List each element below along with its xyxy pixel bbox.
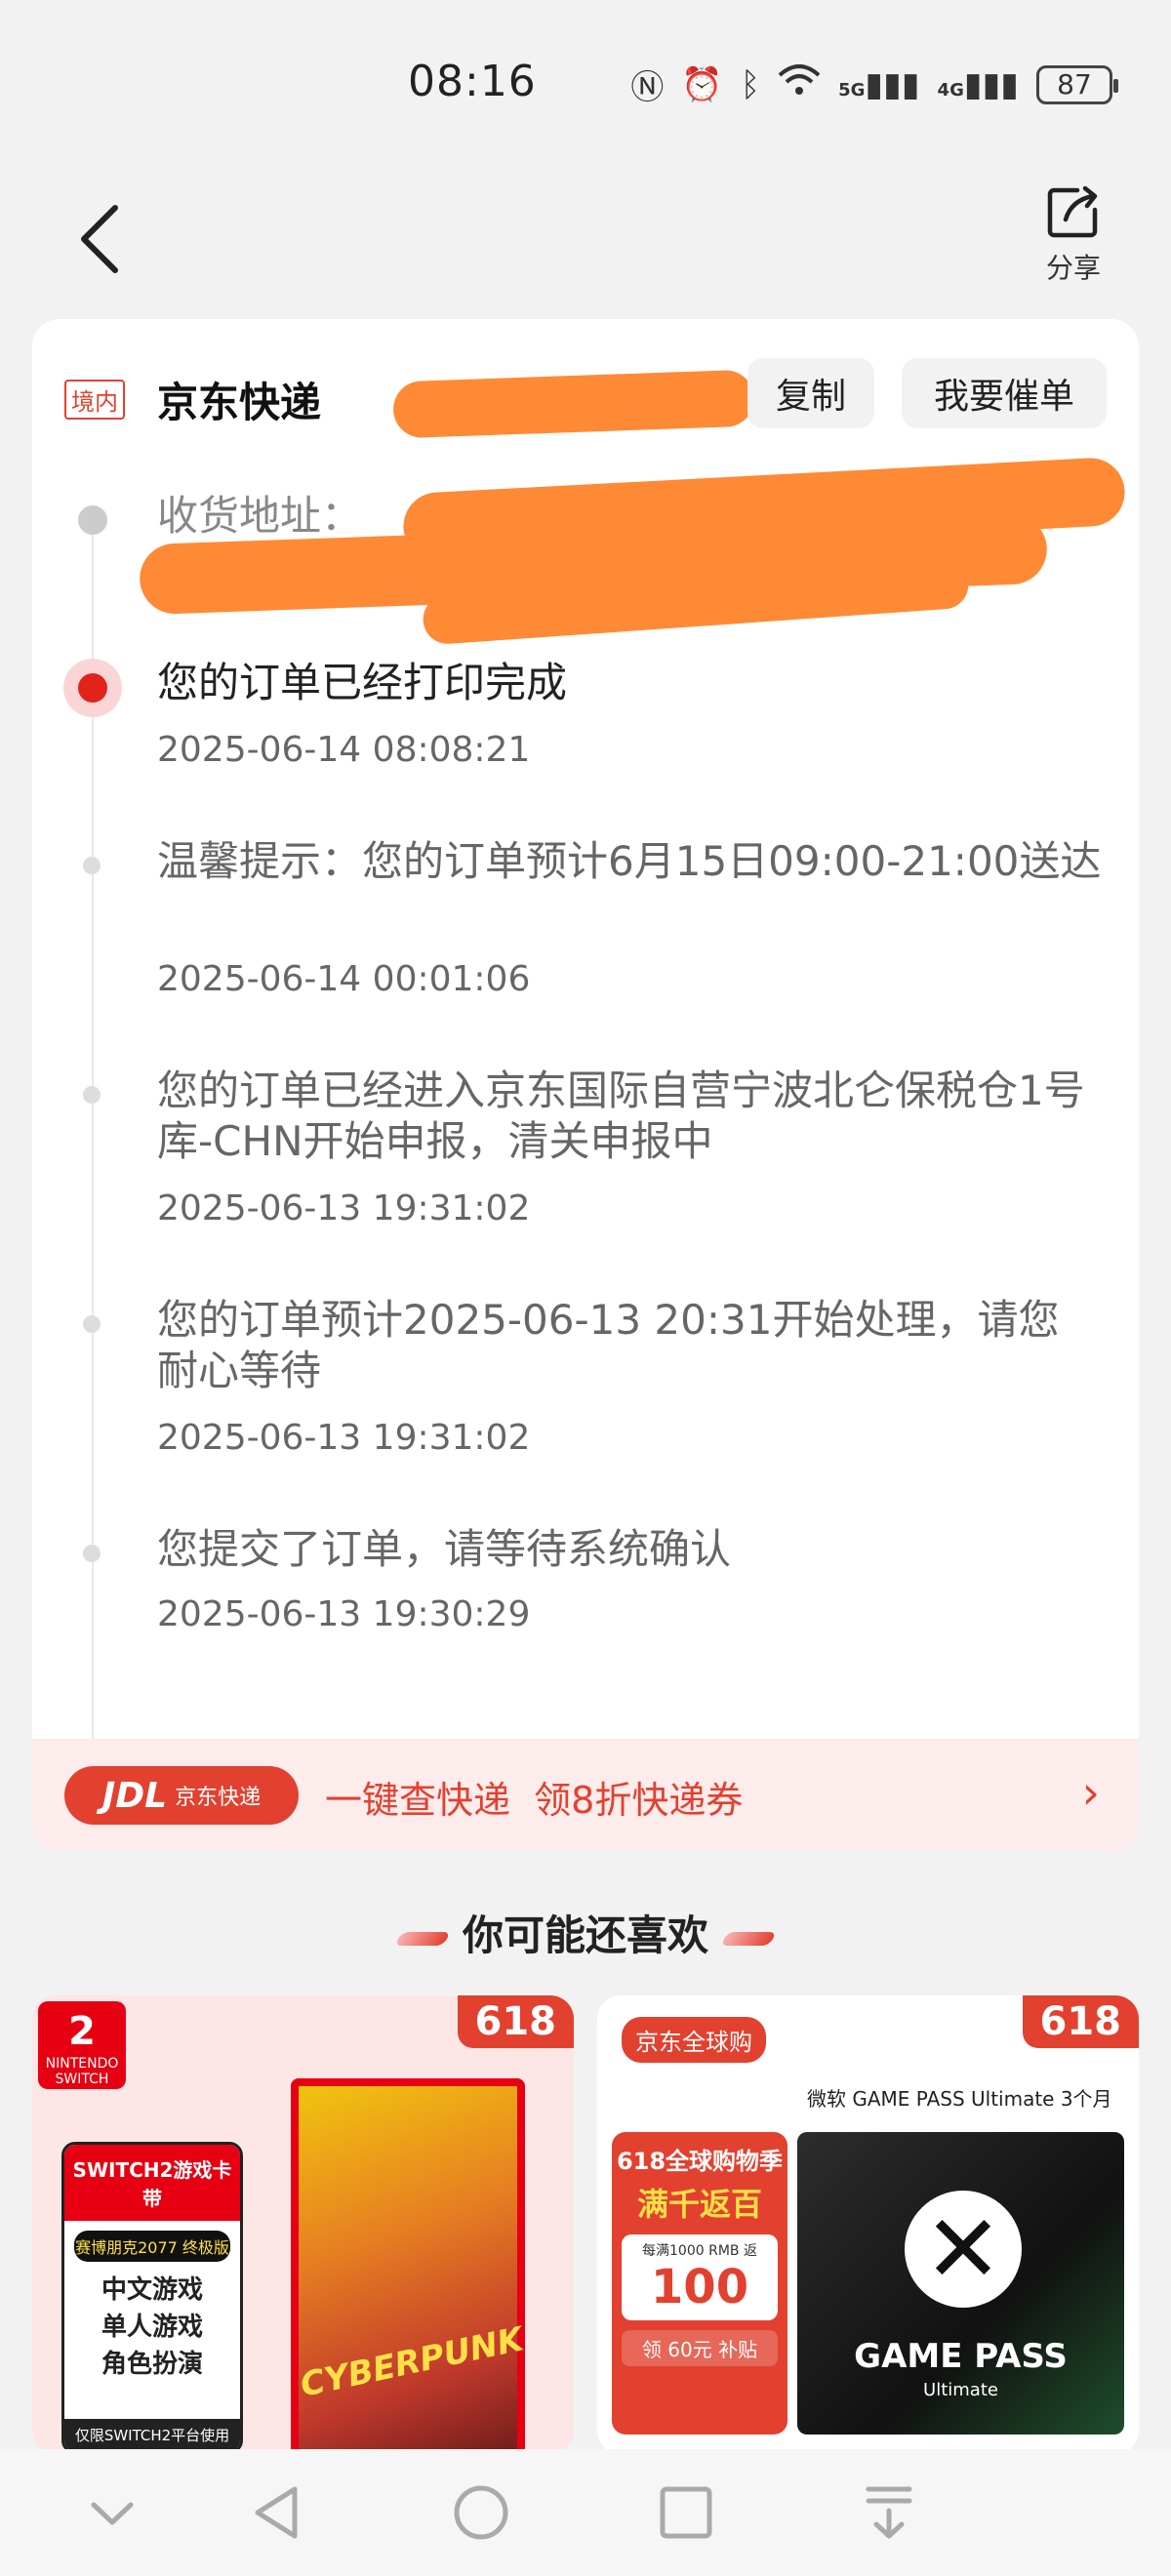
urge-order-button[interactable]: 我要催单	[902, 358, 1107, 428]
promo-card: 618全球购物季 满千返百 每满1000 RMB 返 100 领 60元 补贴	[612, 2132, 787, 2435]
product-card[interactable]: 2 NINTENDO SWITCH 618 SWITCH2游戏卡带 赛博朋克207…	[32, 1995, 574, 2454]
timeline-dot-active-inner	[78, 673, 107, 703]
header: 分享	[0, 171, 1171, 298]
copy-button[interactable]: 复制	[747, 358, 874, 428]
courier-name: 京东快递	[157, 379, 322, 426]
home-nav-icon[interactable]	[447, 2483, 515, 2542]
back-nav-icon[interactable]	[244, 2483, 312, 2542]
game-info-tag: SWITCH2游戏卡带 赛博朋克2077 终极版 中文游戏 单人游戏 角色扮演 …	[61, 2142, 243, 2454]
redacted-tracking-number	[392, 369, 755, 439]
status-icons: Ⓝ ⏰ ᛒ 5G▮▮▮ 4G▮▮▮ 87	[630, 60, 1118, 108]
title-decoration-right	[719, 1931, 778, 1946]
timeline-item-time: 2025-06-13 19:30:29	[157, 1594, 531, 1634]
signal-4g-icon: 4G▮▮▮	[937, 64, 1019, 104]
status-time: 08:16	[408, 57, 537, 106]
jdl-banner-text: 一键查快递 领8折快递券	[325, 1779, 744, 1822]
nintendo-switch-logo: 2 NINTENDO SWITCH	[38, 2001, 126, 2089]
timeline-line	[92, 524, 94, 1851]
timeline-item-time: 2025-06-13 19:31:02	[157, 1188, 531, 1228]
game-box-art: CYBERPUNK	[291, 2078, 527, 2454]
timeline-dot	[83, 1545, 101, 1562]
battery-indicator: 87	[1036, 64, 1118, 104]
badge-618: 618	[457, 1995, 574, 2048]
notification-pulldown-icon[interactable]	[855, 2483, 923, 2542]
chevron-down-icon[interactable]	[78, 2483, 146, 2542]
game-pass-box-art: ✕ GAME PASS Ultimate	[797, 2132, 1124, 2435]
jdl-logo: JDL 京东快递	[64, 1766, 299, 1825]
timeline-item-text: 您的订单预计2025-06-13 20:31开始处理，请您耐心等待	[157, 1296, 1060, 1394]
timeline-item-time: 2025-06-13 19:31:02	[157, 1418, 531, 1458]
timeline-dot	[83, 857, 101, 874]
domestic-tag: 境内	[64, 380, 125, 420]
chevron-right-icon: ›	[1081, 1766, 1100, 1819]
signal-5g-icon: 5G▮▮▮	[838, 64, 920, 104]
bluetooth-icon: ᛒ	[740, 64, 761, 104]
status-bar: 08:16 Ⓝ ⏰ ᛒ 5G▮▮▮ 4G▮▮▮ 87	[0, 0, 1171, 146]
timeline-dot	[83, 1086, 101, 1104]
share-button[interactable]: 分享	[1025, 181, 1122, 286]
timeline-item-time: 2025-06-14 00:01:06	[157, 959, 531, 999]
share-icon	[1047, 185, 1098, 238]
badge-618: 618	[1022, 1995, 1139, 2048]
timeline-item-time: 2025-06-14 08:08:21	[157, 730, 531, 770]
product-title: 微软 GAME PASS Ultimate 3个月	[807, 2087, 1112, 2111]
alarm-icon: ⏰	[681, 64, 723, 104]
recents-nav-icon[interactable]	[652, 2483, 720, 2542]
timeline-item-text: 您提交了订单，请等待系统确认	[157, 1525, 732, 1573]
xbox-logo-icon: ✕	[905, 2191, 1022, 2308]
jd-global-tag: 京东全球购	[622, 2017, 766, 2063]
jdl-express-banner[interactable]: JDL 京东快递 一键查快递 领8折快递券 ›	[32, 1739, 1139, 1851]
product-card[interactable]: 京东全球购 618 微软 GAME PASS Ultimate 3个月 618全…	[597, 1995, 1139, 2454]
system-nav-bar	[0, 2449, 1171, 2576]
timeline-dot	[83, 1315, 101, 1333]
address-dot	[78, 505, 107, 535]
nfc-icon: Ⓝ	[630, 68, 665, 107]
recommend-title: 你可能还喜欢	[0, 1903, 1171, 1962]
timeline-item-text: 温馨提示：您的订单预计6月15日09:00-21:00送达	[157, 837, 1102, 885]
logistics-card: 境内 京东快递 复制 我要催单 收货地址： 您的订单已经打印完成 2025-06…	[32, 319, 1139, 1851]
title-decoration-left	[393, 1931, 452, 1946]
share-label: 分享	[1045, 252, 1101, 284]
courier-row: 境内 京东快递 复制 我要催单	[32, 358, 1139, 439]
back-icon[interactable]	[70, 200, 129, 278]
wifi-icon	[778, 63, 821, 105]
timeline-item-text: 您的订单已经进入京东国际自营宁波北仑保税仓1号库-CHN开始申报，清关申报中	[157, 1067, 1085, 1165]
timeline-item-text: 您的订单已经打印完成	[157, 659, 568, 706]
